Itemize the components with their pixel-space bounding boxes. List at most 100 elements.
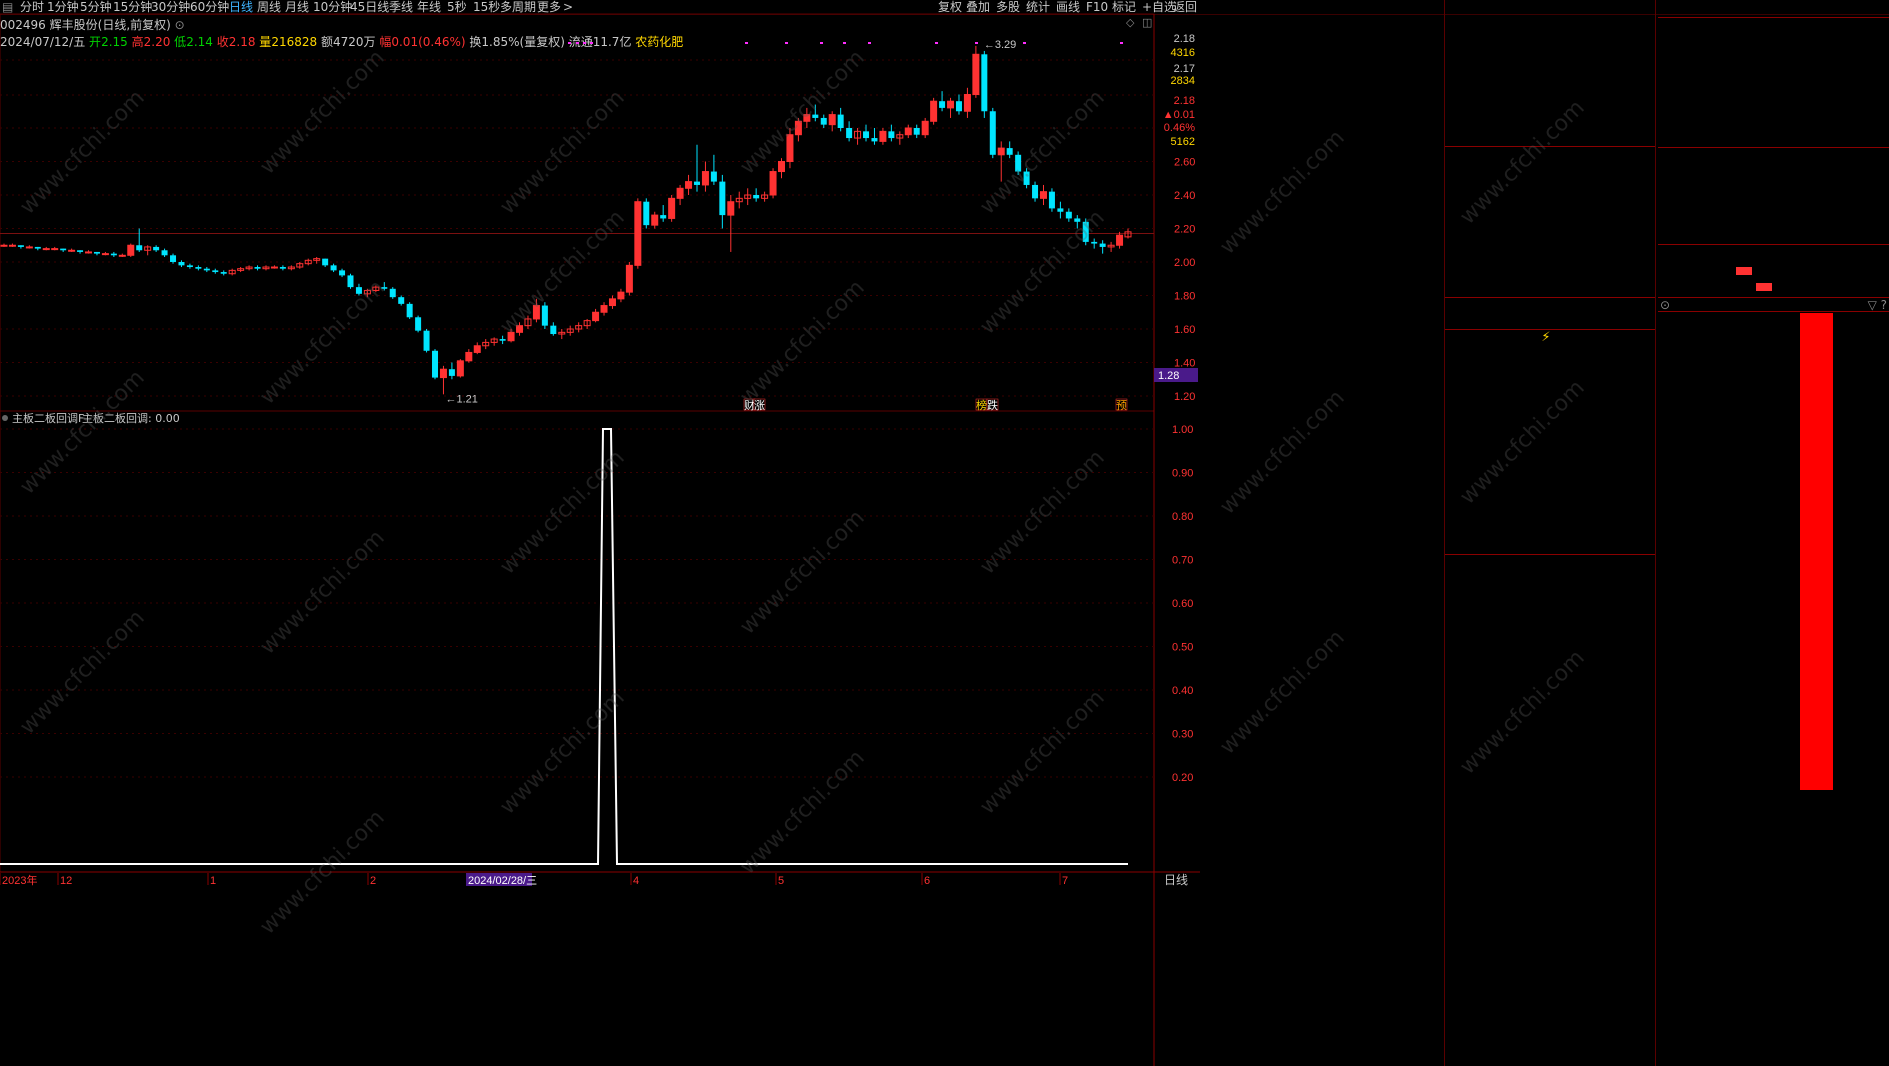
candle-body-126: [1065, 211, 1072, 219]
buy-order-row[interactable]: [1445, 208, 1655, 223]
ind-axis-label-7: 0.30: [1172, 729, 1193, 741]
candle-body-119: [1006, 148, 1013, 155]
date-axis-label-3: 2: [370, 875, 376, 887]
quote-row: [1658, 66, 1889, 82]
candle-body-76: [643, 201, 650, 226]
candle-body-25: [212, 270, 219, 273]
candle-body-74: [625, 264, 633, 293]
candle-body-103: [871, 138, 878, 142]
axis-top-chg: ▲0.01: [1163, 109, 1195, 121]
sell-order-row[interactable]: [1445, 13, 1655, 28]
buy-order-row[interactable]: [1445, 163, 1655, 178]
candle-body-130: [1099, 243, 1106, 247]
sell-order-row[interactable]: [1445, 103, 1655, 118]
axis-top-p3: 2.18: [1174, 95, 1195, 107]
buy-order-row[interactable]: [1445, 283, 1655, 298]
candle-body-97: [820, 117, 827, 125]
event-tag-1: 涨: [754, 399, 765, 412]
buy-order-row[interactable]: [1445, 148, 1655, 163]
filter-icon[interactable]: ▽ ?: [1868, 298, 1887, 313]
candle-body-55: [465, 351, 473, 362]
signal-marker-0: [568, 42, 571, 44]
tick-row: [1658, 485, 1889, 498]
indicator-value: 主板二板回调: 0.00: [82, 411, 180, 425]
candle-body-10: [85, 251, 93, 254]
collapse-icon[interactable]: ⊙: [1660, 298, 1670, 312]
candle-body-121: [1023, 171, 1030, 185]
ind-axis-label-4: 0.60: [1172, 598, 1193, 610]
buy-order-row[interactable]: [1445, 178, 1655, 193]
candle-body-81: [685, 181, 693, 189]
tick-row: [1658, 405, 1889, 418]
sell-order-row[interactable]: [1445, 28, 1655, 43]
buy-order-row[interactable]: [1445, 238, 1655, 253]
ind-axis-label-5: 0.50: [1172, 642, 1193, 654]
sell-order-row[interactable]: [1445, 58, 1655, 73]
avg-row: [1445, 313, 1655, 328]
candle-body-92: [778, 161, 786, 173]
quote-row: [1658, 165, 1889, 181]
sell-order-row[interactable]: [1445, 43, 1655, 58]
buy-order-row[interactable]: [1445, 253, 1655, 268]
candle-body-16: [136, 245, 143, 251]
candle-body-18: [153, 246, 160, 251]
candle-body-64: [541, 305, 548, 326]
main-flow-row: [1660, 279, 1889, 295]
event-tag-2: 榜: [976, 398, 987, 412]
candle-body-111: [939, 101, 946, 108]
avg-row: [1445, 298, 1655, 313]
candle-body-65: [550, 325, 557, 335]
candle-body-84: [710, 171, 717, 182]
sell-order-row[interactable]: [1445, 118, 1655, 133]
candle-body-79: [668, 197, 676, 219]
trade-status: [1660, 246, 1666, 262]
tick-row: [1658, 645, 1889, 658]
candle-body-52: [439, 368, 447, 379]
candle-body-48: [406, 303, 413, 318]
tick-row: [1658, 565, 1889, 578]
date-axis-label-5: 4: [633, 875, 639, 887]
tick-row: [1658, 804, 1889, 817]
signal-marker-6: [820, 42, 823, 44]
queue-header-sell1_queue: [1445, 347, 1655, 363]
sell-order-row[interactable]: [1445, 0, 1655, 13]
candle-body-56: [473, 345, 481, 353]
queue-header-buy1_queue: [1445, 556, 1655, 572]
candle-body-116: [981, 54, 988, 112]
candle-body-85: [719, 181, 726, 216]
candle-body-0: [0, 244, 8, 247]
tick-row: [1658, 352, 1889, 365]
buy-order-row[interactable]: [1445, 193, 1655, 208]
candle-body-5: [42, 248, 50, 251]
price-axis-label-6: 1.40: [1174, 358, 1195, 370]
tick-row: [1658, 551, 1889, 564]
depth-link[interactable]: ⚡: [1445, 330, 1655, 346]
candle-body-42: [355, 287, 362, 294]
kline-chart[interactable]: 2.60 2.40 2.20 2.00 1.80 1.60 1.40 1.20 2.18 4316…: [0, 0, 1444, 1066]
signal-marker-12: [1120, 42, 1123, 44]
buy-order-row[interactable]: [1445, 268, 1655, 283]
candle-body-60: [507, 331, 515, 342]
date-axis-label-4: 2024/02/28/三: [468, 875, 537, 887]
candle-body-93: [786, 134, 794, 162]
candle-body-8: [68, 249, 76, 252]
candle-body-2: [17, 245, 24, 247]
candle-body-129: [1091, 241, 1098, 244]
quote-row: [1658, 213, 1889, 229]
tick-row: [1658, 831, 1889, 844]
tick-row: [1658, 618, 1889, 631]
signal-marker-3: [590, 42, 593, 44]
candle-body-82: [693, 181, 700, 185]
tick-row: [1658, 751, 1889, 764]
candle-body-72: [608, 298, 616, 307]
candle-body-117: [989, 111, 996, 155]
sell-order-row[interactable]: [1445, 73, 1655, 88]
quote-row: [1658, 81, 1889, 97]
candle-body-91: [769, 171, 777, 196]
tick-row: [1658, 365, 1889, 378]
sell-order-row[interactable]: [1445, 88, 1655, 103]
buy-order-row[interactable]: [1445, 223, 1655, 238]
price-axis-label-0: 2.60: [1174, 157, 1195, 169]
tick-row: [1658, 631, 1889, 644]
ind-axis-label-2: 0.80: [1172, 511, 1193, 523]
